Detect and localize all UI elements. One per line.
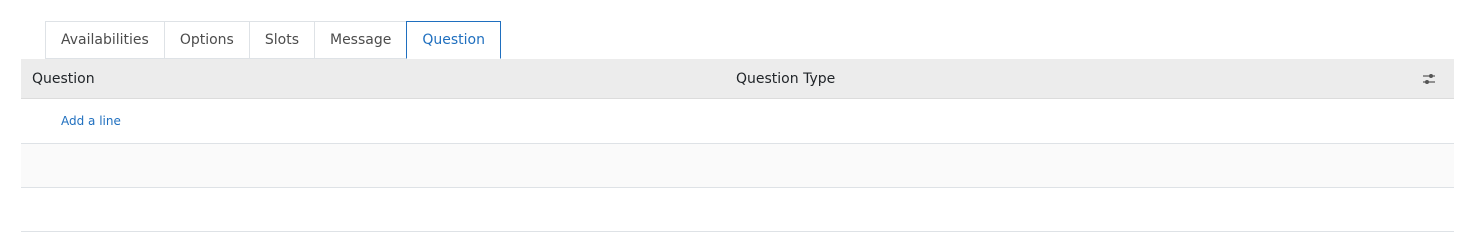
column-header-question[interactable]: Question [32, 59, 95, 98]
empty-row [21, 188, 1454, 232]
tab-question[interactable]: Question [406, 21, 501, 59]
table-header: Question Question Type [21, 59, 1454, 99]
add-line-link[interactable]: Add a line [61, 114, 121, 128]
question-table: Question Question Type Add a line [21, 59, 1454, 232]
sliders-icon-graphic [1423, 73, 1435, 84]
tab-message[interactable]: Message [313, 21, 407, 59]
sliders-icon[interactable] [1420, 59, 1438, 98]
page: Availabilities Options Slots Message Que… [0, 0, 1477, 240]
notebook-tabs: Availabilities Options Slots Message Que… [45, 21, 501, 59]
tab-availabilities[interactable]: Availabilities [45, 21, 164, 59]
add-line-row: Add a line [21, 99, 1454, 144]
column-header-question-type[interactable]: Question Type [736, 59, 835, 98]
tab-options[interactable]: Options [163, 21, 249, 59]
empty-row [21, 144, 1454, 188]
tab-slots[interactable]: Slots [248, 21, 314, 59]
